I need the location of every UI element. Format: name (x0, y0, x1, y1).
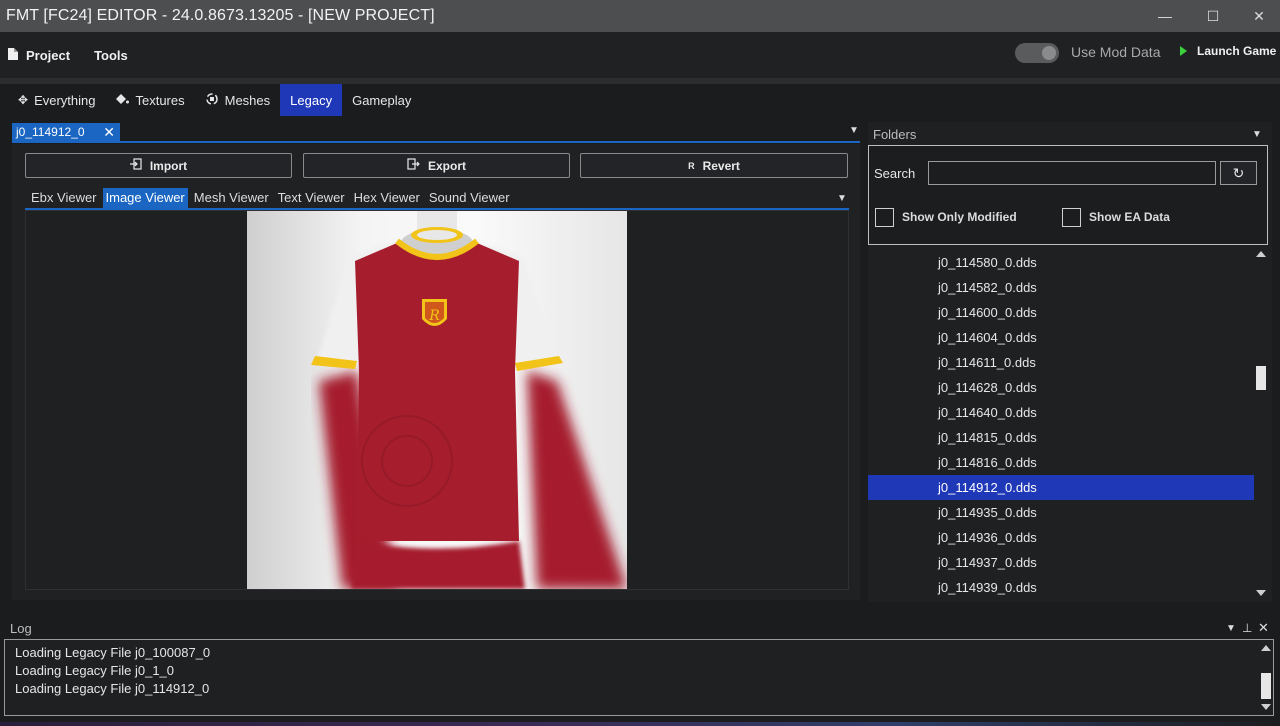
launch-game-button[interactable]: Launch Game (1180, 44, 1276, 58)
import-button[interactable]: Import (25, 153, 292, 178)
tab-mesh-viewer[interactable]: Mesh Viewer (191, 188, 272, 208)
tab-hex-viewer[interactable]: Hex Viewer (351, 188, 423, 208)
texture-preview-image: R (247, 211, 627, 589)
project-menu[interactable]: Project (8, 47, 71, 63)
show-only-modified-checkbox[interactable] (875, 208, 894, 227)
pin-icon[interactable]: ⊥ (1242, 621, 1252, 635)
list-item[interactable]: j0_114600_0.dds (868, 300, 1254, 325)
list-item-selected[interactable]: j0_114912_0.dds (868, 475, 1254, 500)
toggle-knob (1042, 46, 1056, 60)
list-item[interactable]: j0_114604_0.dds (868, 325, 1254, 350)
maximize-button[interactable]: ☐ (1190, 0, 1236, 32)
play-icon (1180, 46, 1187, 56)
close-log-icon[interactable]: ✕ (1258, 620, 1269, 636)
list-item[interactable]: j0_114937_0.dds (868, 550, 1254, 575)
document-dropdown-icon[interactable]: ▼ (849, 125, 859, 136)
search-input[interactable] (928, 161, 1216, 185)
window-title: FMT [FC24] EDITOR - 24.0.8673.13205 - [N… (6, 7, 435, 24)
use-mod-data-toggle[interactable] (1015, 43, 1059, 63)
tab-text-viewer[interactable]: Text Viewer (275, 188, 348, 208)
tab-everything[interactable]: ✥ Everything (8, 84, 105, 116)
revert-icon: R (688, 160, 695, 171)
close-window-button[interactable]: ✕ (1236, 0, 1280, 32)
list-item[interactable]: j0_114935_0.dds (868, 500, 1254, 525)
document-tab-bar: j0_114912_0 ✕ (8, 116, 860, 144)
log-output: Loading Legacy File j0_100087_0 Loading … (4, 639, 1274, 716)
log-scroll-down-icon[interactable] (1261, 704, 1271, 710)
paint-bucket-icon (115, 93, 130, 108)
file-icon (8, 47, 18, 63)
tab-label: Textures (135, 92, 185, 108)
scroll-up-icon[interactable] (1256, 251, 1266, 257)
log-scroll-up-icon[interactable] (1261, 645, 1271, 651)
list-item[interactable]: j0_114580_0.dds (868, 250, 1254, 275)
import-label: Import (149, 158, 188, 173)
list-item[interactable]: j0_114936_0.dds (868, 525, 1254, 550)
use-mod-data-label: Use Mod Data (1071, 44, 1161, 60)
revert-label: Revert (702, 158, 740, 173)
file-list: j0_114580_0.dds j0_114582_0.dds j0_11460… (868, 250, 1254, 600)
export-button[interactable]: Export (303, 153, 570, 178)
scrollbar-thumb[interactable] (1256, 366, 1266, 390)
list-item[interactable]: j0_114582_0.dds (868, 275, 1254, 300)
tab-legacy[interactable]: Legacy (280, 84, 343, 116)
log-line: Loading Legacy File j0_114912_0 (15, 681, 210, 696)
list-item[interactable]: j0_114611_0.dds (868, 350, 1254, 375)
tab-label: Legacy (290, 92, 333, 108)
tab-meshes[interactable]: Meshes (195, 84, 281, 116)
log-line: Loading Legacy File j0_100087_0 (15, 645, 211, 660)
svg-text:R: R (428, 308, 440, 324)
tab-label: Gameplay (352, 92, 412, 108)
search-label: Search (874, 166, 916, 181)
log-line: Loading Legacy File j0_1_0 (15, 663, 175, 678)
tab-gameplay[interactable]: Gameplay (342, 84, 421, 116)
folders-panel-label: Folders (873, 127, 917, 142)
project-menu-label: Project (26, 47, 71, 63)
list-item[interactable]: j0_114939_0.dds (868, 575, 1254, 600)
log-panel-label: Log (10, 621, 32, 636)
import-icon (129, 158, 142, 173)
minimize-button[interactable]: — (1142, 0, 1188, 32)
tools-menu-label: Tools (94, 47, 128, 63)
refresh-icon: ↻ (1232, 164, 1245, 181)
file-list-scrollbar[interactable] (1256, 250, 1268, 600)
export-label: Export (427, 158, 466, 173)
revert-button[interactable]: R Revert (580, 153, 848, 178)
list-item[interactable]: j0_114816_0.dds (868, 450, 1254, 475)
main-tabs: ✥ Everything Textures Meshes Legacy Game… (8, 84, 421, 116)
refresh-button[interactable]: ↻ (1220, 161, 1257, 185)
close-tab-icon[interactable]: ✕ (103, 123, 115, 141)
list-item[interactable]: j0_114640_0.dds (868, 400, 1254, 425)
tab-image-viewer[interactable]: Image Viewer (102, 188, 188, 208)
tab-sound-viewer[interactable]: Sound Viewer (426, 188, 513, 208)
export-icon (407, 158, 420, 173)
show-ea-data-label: Show EA Data (1089, 210, 1170, 224)
tools-menu[interactable]: Tools (94, 48, 128, 63)
mesh-rotate-icon (205, 92, 219, 109)
tab-label: Everything (34, 92, 96, 108)
taskbar-strip (0, 722, 1280, 726)
tab-textures[interactable]: Textures (105, 84, 194, 116)
show-only-modified-label: Show Only Modified (902, 210, 1017, 224)
document-tab[interactable]: j0_114912_0 ✕ (12, 123, 120, 141)
tab-label: Meshes (224, 92, 271, 108)
viewer-dropdown-icon[interactable]: ▼ (837, 193, 847, 204)
document-tab-title: j0_114912_0 (16, 125, 85, 139)
move-arrows-icon: ✥ (18, 93, 29, 107)
list-item[interactable]: j0_114628_0.dds (868, 375, 1254, 400)
search-filter-box (868, 145, 1268, 245)
document-tab-underline (12, 141, 860, 143)
title-bar: FMT [FC24] EDITOR - 24.0.8673.13205 - [N… (0, 0, 1280, 32)
show-ea-data-checkbox[interactable] (1062, 208, 1081, 227)
log-dropdown-icon[interactable]: ▼ (1226, 623, 1236, 634)
viewer-tabs: Ebx Viewer Image Viewer Mesh Viewer Text… (28, 188, 516, 208)
launch-game-label: Launch Game (1197, 44, 1277, 58)
folders-dropdown-icon[interactable]: ▼ (1252, 129, 1262, 140)
list-item[interactable]: j0_114815_0.dds (868, 425, 1254, 450)
log-header (0, 618, 1280, 638)
log-scrollbar-thumb[interactable] (1261, 673, 1271, 699)
tab-ebx-viewer[interactable]: Ebx Viewer (28, 188, 100, 208)
scroll-down-icon[interactable] (1256, 590, 1266, 596)
